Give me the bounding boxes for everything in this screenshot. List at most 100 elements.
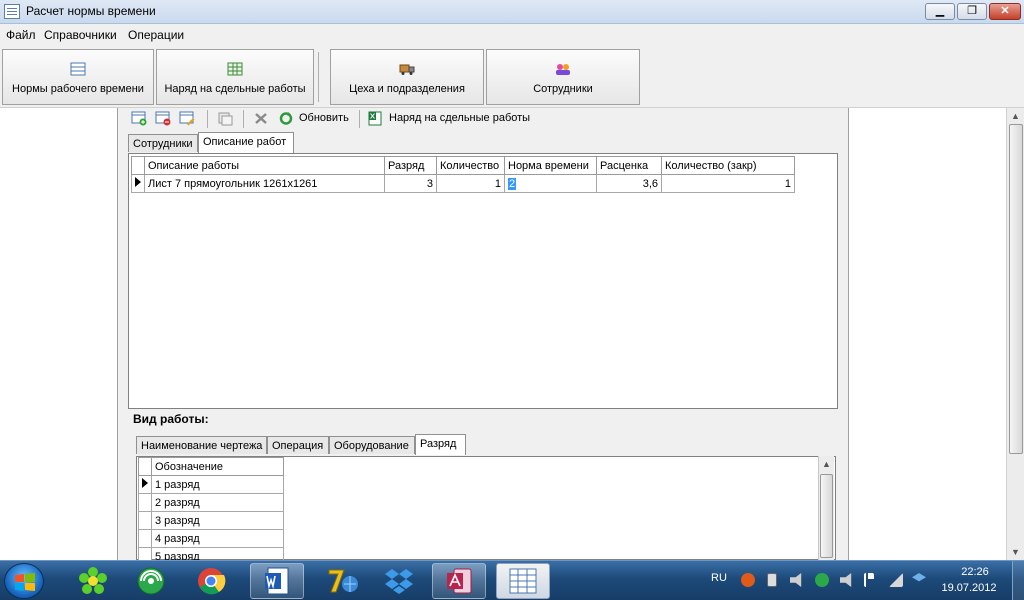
left-sidebar [0, 108, 118, 560]
refresh-button[interactable]: Обновить [299, 112, 349, 124]
tab-drawing-name[interactable]: Наименование чертежа [136, 436, 267, 454]
piece-work-order-button[interactable]: Наряд на сдельные работы [156, 49, 314, 105]
edit-record-icon[interactable] [179, 111, 195, 126]
col-header-grade[interactable]: Разряд [384, 156, 437, 175]
employees-label: Сотрудники [533, 83, 593, 95]
menu-directories[interactable]: Справочники [44, 28, 117, 42]
grade-cell[interactable]: 4 разряд [151, 529, 284, 548]
col-header-time-norm[interactable]: Норма времени [504, 156, 597, 175]
row-indicator [138, 493, 152, 512]
toolbar-separator [243, 110, 244, 128]
list-item[interactable]: 1 разряд [138, 475, 284, 494]
work-time-norms-button[interactable]: Нормы рабочего времени [2, 49, 154, 105]
scroll-down-arrow[interactable]: ▼ [1007, 544, 1024, 560]
cell-quantity-closed[interactable]: 1 [661, 174, 795, 193]
grade-grid: Обозначение 1 разряд 2 разряд 3 разряд 4… [136, 456, 836, 566]
current-row-indicator [131, 174, 145, 193]
taskbar-word[interactable] [250, 563, 304, 599]
tab-operation[interactable]: Операция [267, 436, 329, 454]
clock-date[interactable]: 19.07.2012 [938, 582, 1000, 594]
grade-cell[interactable]: 2 разряд [151, 493, 284, 512]
tab-work-description[interactable]: Описание работ [198, 132, 294, 153]
close-button[interactable]: ✕ [989, 3, 1021, 20]
icq-flower-icon [79, 567, 107, 594]
col-header-quantity[interactable]: Количество [436, 156, 505, 175]
scroll-up-arrow[interactable]: ▲ [1007, 108, 1024, 124]
record-toolbar: Обновить Наряд на сдельные работы [127, 108, 837, 130]
flag-icon[interactable] [864, 573, 874, 587]
menu-operations[interactable]: Операции [128, 28, 184, 42]
show-desktop-button[interactable] [1012, 561, 1024, 600]
grade-grid-scrollbar[interactable]: ▲ [818, 456, 834, 560]
taskbar-access[interactable] [432, 563, 486, 599]
truck-icon [399, 64, 415, 75]
cell-description[interactable]: Лист 7 прямоугольник 1261x1261 [144, 174, 385, 193]
excel-icon[interactable] [367, 111, 383, 126]
main-toolbar: Нормы рабочего времени Наряд на сдельные… [0, 46, 1024, 108]
window-scrollbar[interactable]: ▲ ▼ [1006, 108, 1024, 560]
battery-icon[interactable] [767, 573, 777, 587]
security-check-icon[interactable] [815, 573, 829, 587]
scroll-thumb[interactable] [1009, 124, 1023, 454]
list-item[interactable]: 4 разряд [138, 529, 284, 548]
maximize-button[interactable]: ❐ [957, 3, 987, 20]
minimize-button[interactable]: ▁ [925, 3, 955, 20]
access-icon [447, 568, 472, 594]
col-header-rate[interactable]: Расценка [596, 156, 662, 175]
row-indicator [138, 511, 152, 530]
departments-button[interactable]: Цеха и подразделения [330, 49, 484, 105]
cell-time-norm-selected[interactable]: 2 [508, 177, 517, 190]
row-indicator-header [138, 457, 152, 476]
top-tabs: Сотрудники Описание работ [128, 132, 428, 153]
add-record-icon[interactable] [131, 111, 147, 126]
copy-icon[interactable] [217, 111, 233, 126]
grid-header-row: Описание работы Разряд Количество Норма … [131, 156, 795, 175]
bottom-tabs: Наименование чертежа Операция Оборудован… [136, 434, 536, 455]
col-header-quantity-closed[interactable]: Количество (закр) [661, 156, 795, 175]
piece-work-order-label: Наряд на сдельные работы [164, 83, 306, 95]
row-indicator [138, 529, 152, 548]
start-button[interactable] [4, 563, 44, 599]
grade-cell[interactable]: 3 разряд [151, 511, 284, 530]
scroll-up-arrow[interactable]: ▲ [819, 456, 834, 472]
app-table-icon [4, 4, 20, 19]
table-row[interactable]: Лист 7 прямоугольник 1261x1261 3 1 2 3,6… [131, 174, 795, 193]
taskbar-radio[interactable] [124, 563, 178, 599]
windows-logo-icon [15, 573, 35, 591]
right-pane [848, 108, 1006, 560]
col-header-designation[interactable]: Обозначение [151, 457, 284, 476]
row-indicator-header [131, 156, 145, 175]
col-header-description[interactable]: Описание работы [144, 156, 385, 175]
taskbar-norm-app[interactable] [496, 563, 550, 599]
grade-cell[interactable]: 1 разряд [151, 475, 284, 494]
taskbar-icq[interactable] [66, 563, 120, 599]
cell-rate[interactable]: 3,6 [596, 174, 662, 193]
cell-quantity[interactable]: 1 [436, 174, 505, 193]
clock-time[interactable]: 22:26 [950, 566, 1000, 578]
refresh-icon[interactable] [278, 111, 294, 126]
taskbar-chrome[interactable] [184, 563, 238, 599]
cancel-icon[interactable] [253, 111, 269, 126]
tab-employees[interactable]: Сотрудники [128, 134, 198, 152]
current-row-indicator [138, 475, 152, 494]
work-description-grid: Описание работы Разряд Количество Норма … [128, 153, 838, 409]
employees-button[interactable]: Сотрудники [486, 49, 640, 105]
toolbar-separator [359, 110, 360, 128]
language-indicator[interactable]: RU [711, 572, 727, 584]
cell-time-norm[interactable]: 2 [504, 174, 597, 193]
tab-grade[interactable]: Разряд [415, 434, 466, 455]
taskbar-dropbox[interactable] [372, 563, 426, 599]
tab-equipment[interactable]: Оборудование [329, 436, 415, 454]
taskbar-7zip[interactable] [316, 563, 370, 599]
antivirus-tray-icon[interactable] [741, 573, 755, 587]
menu-file[interactable]: Файл [6, 28, 36, 42]
scroll-thumb[interactable] [820, 474, 833, 558]
toolbar-divider [318, 52, 319, 102]
list-item[interactable]: 3 разряд [138, 511, 284, 530]
cell-grade[interactable]: 3 [384, 174, 437, 193]
seven-globe-icon [328, 569, 358, 593]
grade-header-row: Обозначение [138, 457, 284, 476]
delete-record-icon[interactable] [155, 111, 171, 126]
list-item[interactable]: 2 разряд [138, 493, 284, 512]
order-button[interactable]: Наряд на сдельные работы [389, 112, 530, 124]
